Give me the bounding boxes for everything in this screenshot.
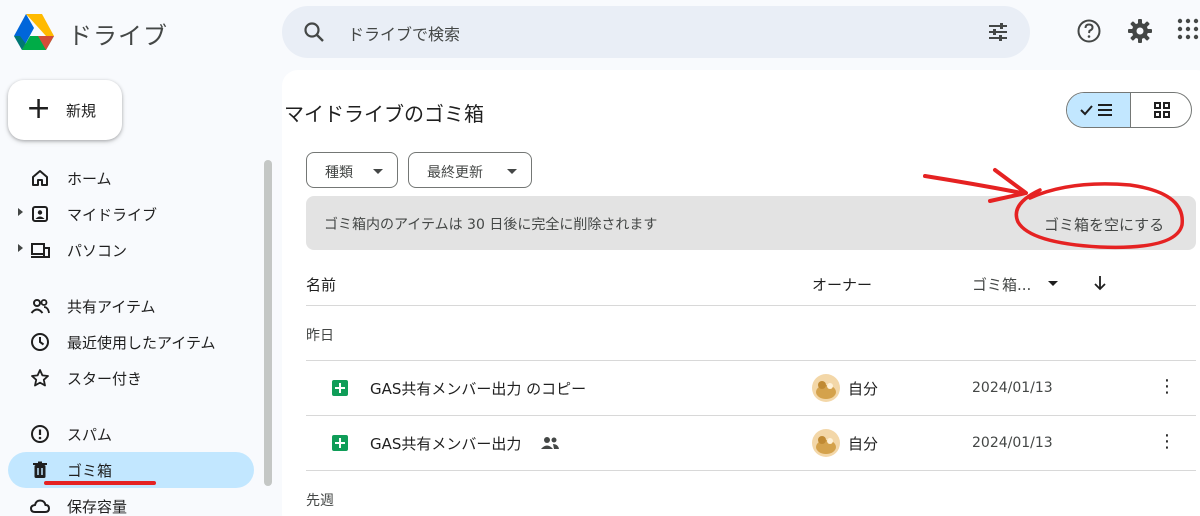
owner-name: 自分 xyxy=(848,380,879,398)
settings-icon[interactable] xyxy=(1127,18,1153,44)
trashed-date: 2024/01/13 xyxy=(972,380,1053,396)
type-filter-chip[interactable]: 種類 xyxy=(306,152,398,188)
cloud-icon xyxy=(30,499,50,513)
group-label: 先週 xyxy=(306,493,334,509)
search-bar[interactable]: ドライブで検索 xyxy=(282,6,1030,58)
empty-trash-button[interactable]: ゴミ箱を空にする xyxy=(1044,214,1164,235)
filter-label: 種類 xyxy=(325,165,353,181)
sidebar-item-label: マイドライブ xyxy=(67,206,158,224)
view-toggle[interactable] xyxy=(1066,92,1192,128)
sort-direction-icon[interactable] xyxy=(1092,274,1108,292)
sidebar-item-spam[interactable]: スパム xyxy=(8,416,254,452)
divider xyxy=(306,470,1196,471)
expand-caret-icon[interactable] xyxy=(18,244,23,252)
divider xyxy=(306,305,1196,306)
sidebar-item-recent[interactable]: 最近使用したアイテム xyxy=(8,324,254,360)
avatar xyxy=(812,374,840,402)
dropdown-icon xyxy=(373,169,383,174)
check-list-icon xyxy=(1080,104,1112,116)
sidebar-item-starred[interactable]: スター付き xyxy=(8,360,254,396)
sidebar-item-label: 共有アイテム xyxy=(67,298,156,316)
owner-name: 自分 xyxy=(848,435,879,453)
grid-icon xyxy=(1154,102,1170,118)
column-header-owner[interactable]: オーナー xyxy=(812,274,872,295)
sidebar-item-label: スパム xyxy=(67,426,113,444)
banner-message: ゴミ箱内のアイテムは 30 日後に完全に削除されます xyxy=(324,217,658,233)
star-icon xyxy=(31,369,49,387)
file-name: GAS共有メンバー出力 のコピー xyxy=(370,380,587,398)
modified-filter-chip[interactable]: 最終更新 xyxy=(408,152,532,188)
divider xyxy=(306,415,1196,416)
home-icon xyxy=(32,170,48,186)
computers-icon xyxy=(31,243,50,258)
group-label: 昨日 xyxy=(306,328,334,344)
tune-icon[interactable] xyxy=(986,20,1010,44)
sort-dropdown-icon[interactable] xyxy=(1048,281,1058,286)
more-options-icon[interactable]: ⋮ xyxy=(1158,376,1176,397)
new-button[interactable]: + 新規 xyxy=(8,80,122,140)
file-name: GAS共有メンバー出力 xyxy=(370,435,522,453)
sidebar-item-home[interactable]: ホーム xyxy=(8,160,254,196)
sidebar-item-label: ホーム xyxy=(67,170,112,188)
sidebar-item-label: 保存容量 xyxy=(67,498,128,516)
trash-banner: ゴミ箱内のアイテムは 30 日後に完全に削除されます ゴミ箱を空にする xyxy=(306,196,1196,250)
sidebar-item-label: パソコン xyxy=(67,242,128,260)
my-drive-icon xyxy=(32,206,48,222)
sidebar-item-label: スター付き xyxy=(67,370,143,388)
column-header-trashed[interactable]: ゴミ箱... xyxy=(972,274,1031,295)
app-title: ドライブ xyxy=(68,22,168,50)
sidebar-scrollbar[interactable] xyxy=(264,160,272,486)
dropdown-icon xyxy=(507,169,517,174)
search-icon[interactable] xyxy=(302,20,326,44)
list-view-button[interactable] xyxy=(1067,93,1131,127)
sidebar-item-shared[interactable]: 共有アイテム xyxy=(8,288,254,324)
trashed-date: 2024/01/13 xyxy=(972,435,1053,451)
divider xyxy=(306,360,1196,361)
avatar xyxy=(812,429,840,457)
apps-icon[interactable] xyxy=(1177,18,1199,40)
more-options-icon[interactable]: ⋮ xyxy=(1158,431,1176,452)
trash-icon xyxy=(33,461,47,478)
plus-icon: + xyxy=(26,91,52,126)
page-title: マイドライブのゴミ箱 xyxy=(284,102,484,126)
sheets-file-icon xyxy=(332,380,348,396)
sidebar-item-my-drive[interactable]: マイドライブ xyxy=(8,196,254,232)
sidebar-item-storage[interactable]: 保存容量 xyxy=(8,488,254,516)
shared-people-icon xyxy=(541,437,559,449)
sheets-file-icon xyxy=(332,435,348,451)
annotation-underline xyxy=(44,481,156,485)
shared-icon xyxy=(30,299,50,314)
search-input[interactable]: ドライブで検索 xyxy=(348,21,460,45)
filter-label: 最終更新 xyxy=(427,165,483,181)
new-button-label: 新規 xyxy=(66,102,97,120)
sidebar-item-label: ゴミ箱 xyxy=(67,462,113,480)
spam-icon xyxy=(31,425,49,443)
help-icon[interactable] xyxy=(1076,18,1102,44)
sidebar-item-label: 最近使用したアイテム xyxy=(67,334,216,352)
drive-logo-icon[interactable] xyxy=(12,12,56,52)
main-panel: マイドライブのゴミ箱 種類 最終更新 ゴミ箱内のアイテムは 30 日後に完全に削… xyxy=(282,70,1200,516)
column-header-name[interactable]: 名前 xyxy=(306,274,336,295)
recent-icon xyxy=(31,333,49,351)
sidebar-item-computers[interactable]: パソコン xyxy=(8,232,254,268)
expand-caret-icon[interactable] xyxy=(18,208,23,216)
grid-view-button[interactable] xyxy=(1131,93,1191,127)
